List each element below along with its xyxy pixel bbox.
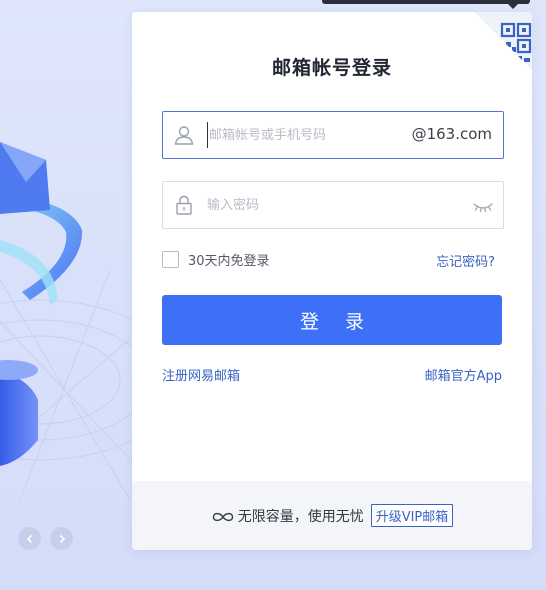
hero-illustration	[0, 0, 140, 590]
domain-suffix: @163.com	[411, 125, 492, 143]
remember-me-label: 30天内免登录	[188, 254, 270, 269]
carousel-prev-button[interactable]	[18, 527, 41, 550]
remember-me-option[interactable]: 30天内免登录	[162, 250, 270, 269]
login-card: 邮箱帐号登录 @163.com	[132, 12, 532, 550]
login-button[interactable]: 登 录	[162, 295, 502, 345]
account-field: @163.com	[162, 111, 504, 159]
official-app-link[interactable]: 邮箱官方App	[425, 365, 502, 384]
password-field	[162, 181, 504, 229]
remember-me-checkbox[interactable]	[162, 251, 179, 268]
footer-banner: 无限容量，使用无忧 升级VIP邮箱	[132, 481, 532, 550]
infinity-icon	[211, 509, 235, 523]
upgrade-vip-button[interactable]: 升级VIP邮箱	[370, 504, 454, 527]
tooltip-stub	[322, 0, 530, 9]
password-input[interactable]	[207, 192, 407, 218]
chevron-left-icon	[25, 529, 35, 548]
forgot-password-link[interactable]: 忘记密码?	[436, 251, 495, 270]
eye-closed-icon[interactable]	[472, 196, 494, 216]
register-link[interactable]: 注册网易邮箱	[162, 365, 240, 384]
lock-icon	[173, 194, 195, 216]
user-icon	[173, 124, 195, 146]
footer-slogan: 无限容量，使用无忧	[237, 508, 364, 525]
account-input[interactable]	[207, 122, 407, 148]
page-title: 邮箱帐号登录	[271, 57, 392, 79]
carousel-next-button[interactable]	[50, 527, 73, 550]
chevron-right-icon	[57, 529, 67, 548]
